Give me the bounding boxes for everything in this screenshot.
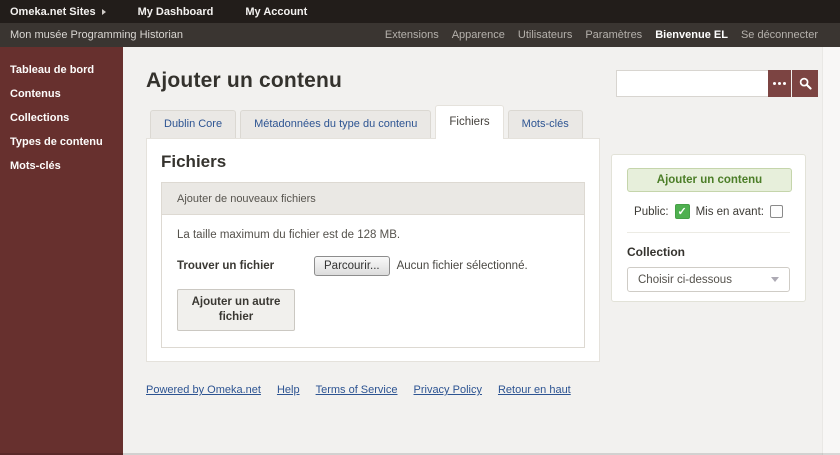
item-form-tabs: Dublin Core Métadonnées du type du conte… xyxy=(150,105,583,139)
nav-parametres[interactable]: Paramètres xyxy=(585,29,642,41)
omeka-sites-menu[interactable]: Omeka.net Sites xyxy=(10,6,106,18)
add-item-submit-button[interactable]: Ajouter un contenu xyxy=(627,168,792,192)
footer-help-link[interactable]: Help xyxy=(277,384,300,396)
search-submit-button[interactable] xyxy=(792,70,818,97)
site-admin-bar: Mon musée Programming Historian Extensio… xyxy=(0,23,840,47)
admin-footer: Powered by Omeka.net Help Terms of Servi… xyxy=(146,384,571,396)
fieldset-body: La taille maximum du fichier est de 128 … xyxy=(162,215,584,347)
search-input[interactable] xyxy=(616,70,768,97)
site-title-link[interactable]: Mon musée Programming Historian xyxy=(10,29,183,41)
search-icon xyxy=(799,77,812,90)
search-options-button[interactable] xyxy=(768,70,791,97)
search-form xyxy=(616,70,818,97)
tab-fichiers[interactable]: Fichiers xyxy=(435,105,504,139)
nav-apparence[interactable]: Apparence xyxy=(452,29,505,41)
featured-label: Mis en avant: xyxy=(695,205,764,218)
find-file-label: Trouver un fichier xyxy=(177,260,275,272)
page-title: Ajouter un contenu xyxy=(146,69,343,92)
featured-checkbox[interactable] xyxy=(769,205,783,218)
my-dashboard-link[interactable]: My Dashboard xyxy=(138,6,214,18)
no-file-selected-text: Aucun fichier sélectionné. xyxy=(396,260,528,272)
footer-privacy-link[interactable]: Privacy Policy xyxy=(414,384,482,396)
add-another-file-button[interactable]: Ajouter un autre fichier xyxy=(177,289,295,331)
welcome-user-label: Bienvenue EL xyxy=(655,29,728,41)
tab-item-type-metadata[interactable]: Métadonnées du type du contenu xyxy=(240,110,432,138)
footer-back-to-top-link[interactable]: Retour en haut xyxy=(498,384,571,396)
omeka-admin-window: Omeka.net Sites My Dashboard My Account … xyxy=(0,0,840,455)
save-panel: Ajouter un contenu Public: Mis en avant:… xyxy=(611,154,806,302)
tab-mots-cles[interactable]: Mots-clés xyxy=(507,110,583,138)
sidebar-item-mots-cles[interactable]: Mots-clés xyxy=(0,155,123,179)
collection-label: Collection xyxy=(627,245,686,259)
footer-powered-by-link[interactable]: Powered by Omeka.net xyxy=(146,384,261,396)
omeka-sites-label: Omeka.net Sites xyxy=(10,5,96,18)
sidebar-item-contenus[interactable]: Contenus xyxy=(0,83,123,107)
sidebar-item-collections[interactable]: Collections xyxy=(0,107,123,131)
add-new-files-fieldset: Ajouter de nouveaux fichiers La taille m… xyxy=(161,182,585,348)
divider xyxy=(627,232,790,233)
tab-dublin-core[interactable]: Dublin Core xyxy=(150,110,237,138)
public-checkbox[interactable] xyxy=(674,204,690,219)
sidebar-item-dashboard[interactable]: Tableau de bord xyxy=(0,59,123,83)
admin-sidebar: Tableau de bord Contenus Collections Typ… xyxy=(0,47,123,455)
chevron-down-icon xyxy=(771,277,779,282)
nav-utilisateurs[interactable]: Utilisateurs xyxy=(518,29,572,41)
main-content: Ajouter un contenu Dublin Core Métadonné… xyxy=(123,47,840,455)
fieldset-title: Ajouter de nouveaux fichiers xyxy=(162,183,584,215)
my-account-link[interactable]: My Account xyxy=(245,6,307,18)
footer-terms-link[interactable]: Terms of Service xyxy=(316,384,398,396)
nav-extensions[interactable]: Extensions xyxy=(385,29,439,41)
max-file-size-note: La taille maximum du fichier est de 128 … xyxy=(177,229,401,241)
caret-right-icon xyxy=(101,8,106,15)
files-heading: Fichiers xyxy=(161,152,227,171)
admin-bar-right: Extensions Apparence Utilisateurs Paramè… xyxy=(385,29,818,41)
files-tab-panel: Fichiers Ajouter de nouveaux fichiers La… xyxy=(146,138,600,362)
sidebar-item-types-de-contenu[interactable]: Types de contenu xyxy=(0,131,123,155)
scrollbar-track[interactable] xyxy=(822,47,840,455)
visibility-options-row: Public: Mis en avant: xyxy=(612,204,805,219)
logout-link[interactable]: Se déconnecter xyxy=(741,29,818,41)
public-label: Public: xyxy=(634,205,669,218)
ellipsis-icon xyxy=(773,82,786,85)
collection-selected-value: Choisir ci-dessous xyxy=(638,273,732,286)
browse-file-button[interactable]: Parcourir... xyxy=(314,256,390,276)
omeka-global-bar: Omeka.net Sites My Dashboard My Account xyxy=(0,0,840,23)
file-input-row: Trouver un fichier Parcourir... Aucun fi… xyxy=(177,256,569,276)
collection-select[interactable]: Choisir ci-dessous xyxy=(627,267,790,292)
